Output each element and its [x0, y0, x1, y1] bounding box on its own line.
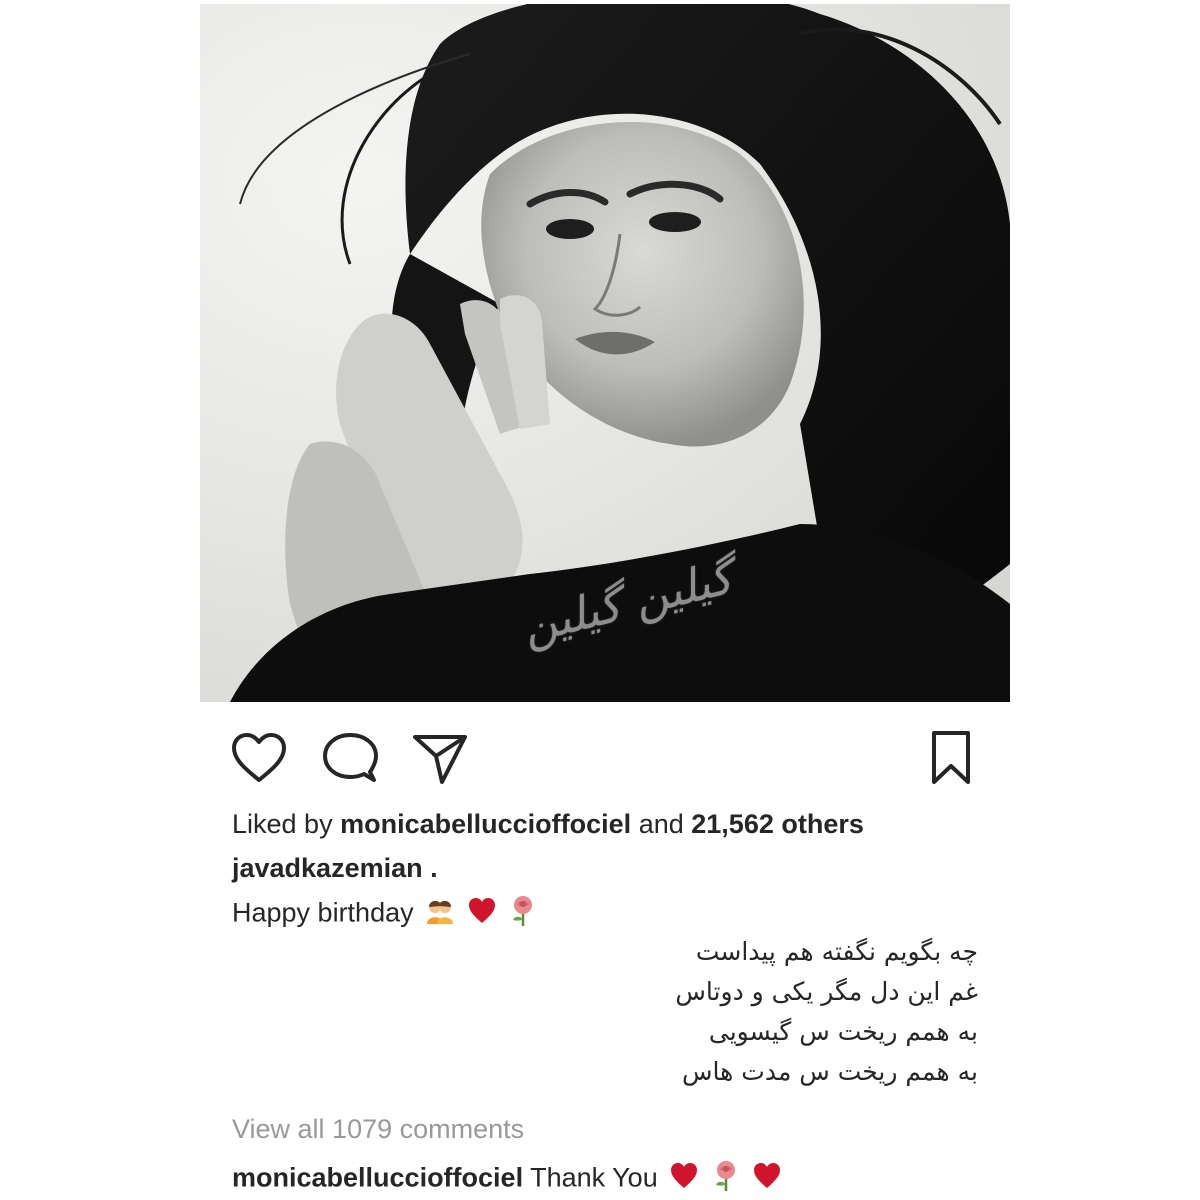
- poem-line: به همم ریخت س گیسویی: [708, 1017, 978, 1046]
- heart-emoji: [752, 1162, 782, 1197]
- likes-summary: Liked by monicabelluccioffociel and 21,5…: [232, 809, 864, 840]
- rose-emoji: [508, 895, 538, 934]
- poem-line: چه بگویم نگفته هم پیداست: [695, 937, 978, 966]
- caption-username[interactable]: javadkazemian .: [232, 853, 438, 884]
- heart-emoji: [467, 897, 497, 932]
- comment-item: monicabelluccioffociel Thank You: [232, 1160, 782, 1199]
- likes-joiner: and: [638, 809, 684, 839]
- caption-poem: چه بگویم نگفته هم پیداست غم این دل مگر ی…: [558, 932, 978, 1092]
- comment-bubble-icon[interactable]: [322, 732, 378, 784]
- comment-text: Thank You: [530, 1162, 658, 1193]
- view-all-comments-link[interactable]: View all 1079 comments: [232, 1114, 524, 1145]
- likes-others-link[interactable]: 21,562 others: [691, 809, 864, 839]
- comment-username[interactable]: monicabelluccioffociel: [232, 1163, 523, 1193]
- heart-emoji: [669, 1162, 699, 1197]
- caption-body: Happy birthday: [232, 897, 414, 928]
- heart-outline-icon[interactable]: [230, 732, 288, 784]
- poem-line: غم این دل مگر یکی و دوتاس: [675, 977, 978, 1006]
- likes-prefix: Liked by: [232, 809, 333, 839]
- post-action-bar: [0, 720, 1200, 790]
- paper-plane-icon[interactable]: [412, 732, 468, 786]
- couple-emoji: [425, 896, 455, 933]
- rose-emoji: [711, 1160, 741, 1199]
- bookmark-icon[interactable]: [930, 730, 972, 786]
- poem-line: به همم ریخت س مدت هاس: [682, 1057, 978, 1086]
- likes-user-link[interactable]: monicabelluccioffociel: [340, 809, 631, 839]
- caption-text: Happy birthday: [232, 895, 538, 934]
